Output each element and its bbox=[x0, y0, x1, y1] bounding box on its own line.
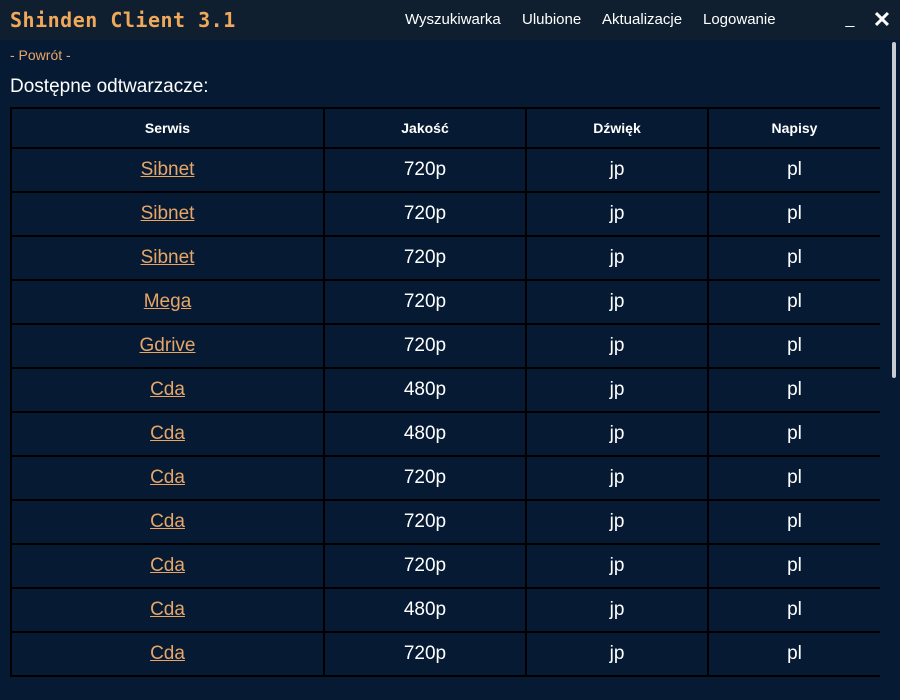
cell-audio: jp bbox=[525, 499, 709, 545]
table-header-row: Serwis Jakość Dźwięk Napisy bbox=[10, 107, 880, 149]
cell-audio: jp bbox=[525, 543, 709, 589]
service-link[interactable]: Cda bbox=[150, 467, 185, 488]
cell-quality: 480p bbox=[323, 587, 527, 633]
service-link[interactable]: Mega bbox=[144, 291, 192, 312]
header-serwis: Serwis bbox=[10, 107, 325, 149]
cell-subtitles: pl bbox=[707, 499, 880, 545]
cell-quality: 720p bbox=[323, 631, 527, 677]
cell-audio: jp bbox=[525, 587, 709, 633]
service-link[interactable]: Gdrive bbox=[140, 335, 196, 356]
cell-subtitles: pl bbox=[707, 455, 880, 501]
cell-audio: jp bbox=[525, 455, 709, 501]
scrollbar-thumb[interactable] bbox=[892, 42, 896, 378]
cell-quality: 720p bbox=[323, 455, 527, 501]
table-row: Cda 720p jp pl bbox=[10, 499, 880, 545]
cell-service: Mega bbox=[10, 279, 325, 325]
table-row: Sibnet 720p jp pl bbox=[10, 235, 880, 281]
cell-quality: 720p bbox=[323, 235, 527, 281]
service-link[interactable]: Cda bbox=[150, 511, 185, 532]
header-jakosc: Jakość bbox=[323, 107, 527, 149]
cell-quality: 720p bbox=[323, 191, 527, 237]
cell-service: Cda bbox=[10, 367, 325, 413]
cell-subtitles: pl bbox=[707, 279, 880, 325]
cell-service: Cda bbox=[10, 499, 325, 545]
cell-quality: 720p bbox=[323, 323, 527, 369]
players-table-container: Serwis Jakość Dźwięk Napisy Sibnet 720p jp… bbox=[10, 107, 880, 700]
table-row: Cda 720p jp pl bbox=[10, 455, 880, 501]
table-row: Cda 480p jp pl bbox=[10, 411, 880, 457]
cell-quality: 480p bbox=[323, 411, 527, 457]
cell-subtitles: pl bbox=[707, 587, 880, 633]
section-title: Dostępne odtwarzacze: bbox=[10, 76, 209, 97]
cell-service: Cda bbox=[10, 411, 325, 457]
service-link[interactable]: Cda bbox=[150, 555, 185, 576]
header-napisy: Napisy bbox=[707, 107, 880, 149]
cell-audio: jp bbox=[525, 235, 709, 281]
table-row: Cda 480p jp pl bbox=[10, 587, 880, 633]
table-row: Gdrive 720p jp pl bbox=[10, 323, 880, 369]
cell-audio: jp bbox=[525, 323, 709, 369]
cell-audio: jp bbox=[525, 367, 709, 413]
table-row: Mega 720p jp pl bbox=[10, 279, 880, 325]
cell-service: Gdrive bbox=[10, 323, 325, 369]
cell-service: Cda bbox=[10, 587, 325, 633]
service-link[interactable]: Sibnet bbox=[141, 159, 195, 180]
cell-quality: 720p bbox=[323, 499, 527, 545]
cell-audio: jp bbox=[525, 411, 709, 457]
cell-subtitles: pl bbox=[707, 367, 880, 413]
title-bar: Shinden Client 3.1 Wyszukiwarka Ulubione… bbox=[0, 0, 900, 40]
service-link[interactable]: Cda bbox=[150, 379, 185, 400]
service-link[interactable]: Cda bbox=[150, 643, 185, 664]
header-dzwiek: Dźwięk bbox=[525, 107, 709, 149]
cell-subtitles: pl bbox=[707, 411, 880, 457]
cell-quality: 720p bbox=[323, 543, 527, 589]
nav-logowanie[interactable]: Logowanie bbox=[703, 0, 776, 40]
table-row: Sibnet 720p jp pl bbox=[10, 147, 880, 193]
table-row: Cda 720p jp pl bbox=[10, 543, 880, 589]
cell-quality: 480p bbox=[323, 367, 527, 413]
cell-subtitles: pl bbox=[707, 147, 880, 193]
cell-subtitles: pl bbox=[707, 191, 880, 237]
service-link[interactable]: Cda bbox=[150, 599, 185, 620]
cell-subtitles: pl bbox=[707, 323, 880, 369]
cell-subtitles: pl bbox=[707, 235, 880, 281]
minimize-button[interactable]: _ bbox=[840, 0, 860, 40]
cell-service: Cda bbox=[10, 631, 325, 677]
cell-service: Sibnet bbox=[10, 235, 325, 281]
cell-service: Sibnet bbox=[10, 191, 325, 237]
service-link[interactable]: Sibnet bbox=[141, 247, 195, 268]
cell-audio: jp bbox=[525, 147, 709, 193]
close-button[interactable]: ✕ bbox=[870, 0, 894, 40]
service-link[interactable]: Cda bbox=[150, 423, 185, 444]
table-row: Sibnet 720p jp pl bbox=[10, 191, 880, 237]
table-row: Cda 720p jp pl bbox=[10, 631, 880, 677]
cell-audio: jp bbox=[525, 279, 709, 325]
nav-aktualizacje[interactable]: Aktualizacje bbox=[602, 0, 682, 40]
nav-ulubione[interactable]: Ulubione bbox=[522, 0, 581, 40]
cell-service: Cda bbox=[10, 455, 325, 501]
cell-subtitles: pl bbox=[707, 631, 880, 677]
players-table: Serwis Jakość Dźwięk Napisy Sibnet 720p jp… bbox=[10, 107, 880, 677]
app-title: Shinden Client 3.1 bbox=[10, 8, 236, 32]
table-row: Cda 480p jp pl bbox=[10, 367, 880, 413]
cell-audio: jp bbox=[525, 631, 709, 677]
cell-audio: jp bbox=[525, 191, 709, 237]
cell-service: Cda bbox=[10, 543, 325, 589]
back-link[interactable]: - Powrót - bbox=[10, 45, 71, 65]
cell-quality: 720p bbox=[323, 147, 527, 193]
nav-wyszukiwarka[interactable]: Wyszukiwarka bbox=[405, 0, 501, 40]
service-link[interactable]: Sibnet bbox=[141, 203, 195, 224]
cell-service: Sibnet bbox=[10, 147, 325, 193]
cell-subtitles: pl bbox=[707, 543, 880, 589]
cell-quality: 720p bbox=[323, 279, 527, 325]
